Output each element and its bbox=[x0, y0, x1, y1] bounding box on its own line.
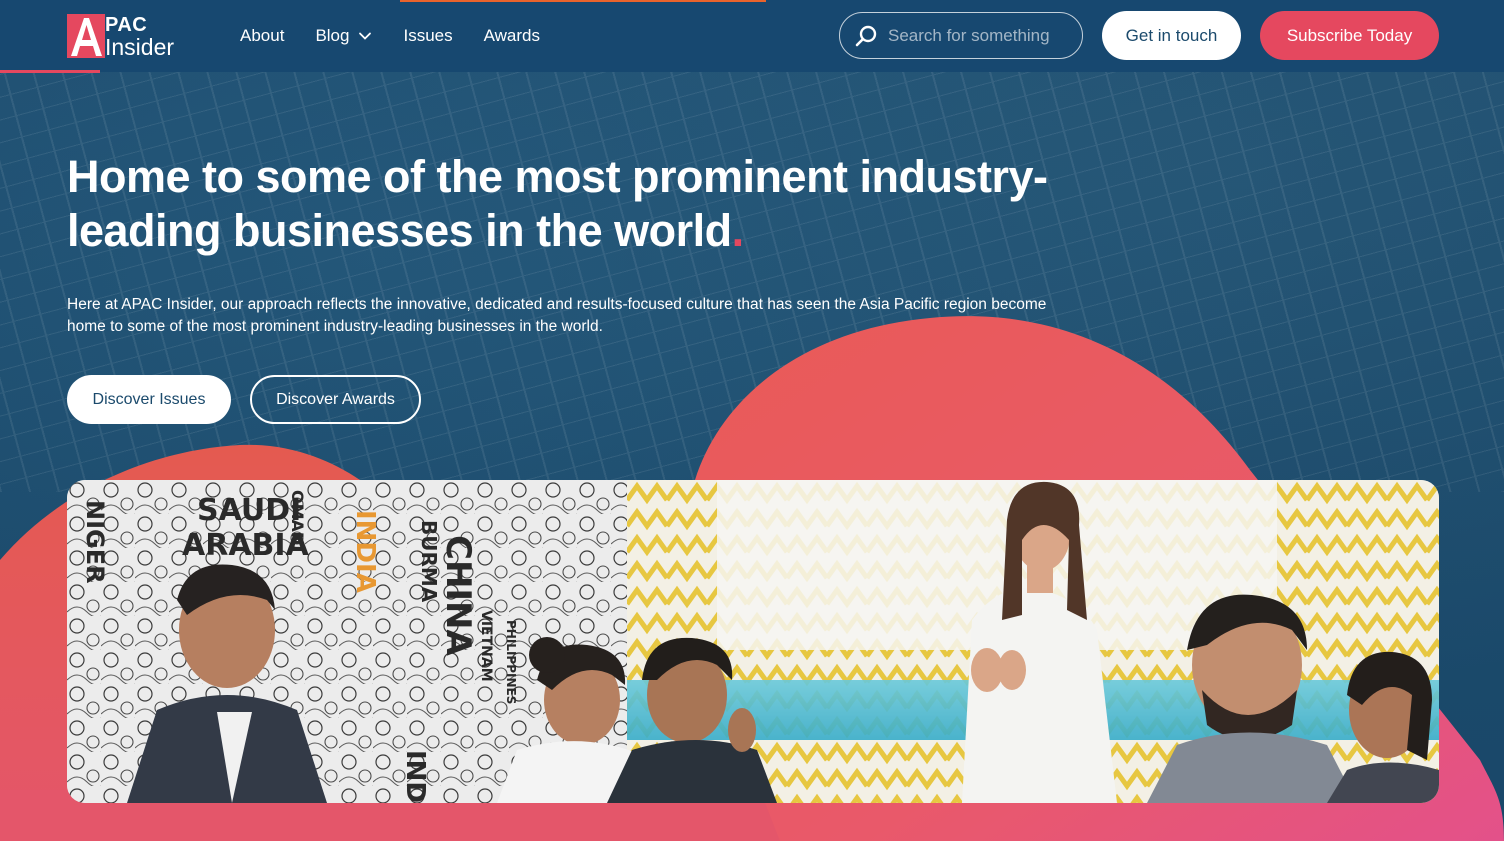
main-nav: About Blog Issues Awards bbox=[240, 0, 571, 72]
nav-item-awards[interactable]: Awards bbox=[484, 26, 540, 46]
subscribe-button[interactable]: Subscribe Today bbox=[1260, 11, 1439, 60]
nav-label-about: About bbox=[240, 26, 285, 45]
nav-label-issues: Issues bbox=[403, 26, 453, 45]
hero-title: Home to some of the most prominent indus… bbox=[67, 150, 1127, 258]
hero-description: Here at APAC Insider, our approach refle… bbox=[67, 296, 1047, 335]
nav-item-about[interactable]: About bbox=[240, 26, 284, 46]
site-header: PAC Insider About Blog Issues Awards Get… bbox=[0, 0, 1504, 73]
search-box[interactable] bbox=[839, 12, 1083, 59]
search-input[interactable] bbox=[888, 25, 1068, 46]
logo-underline bbox=[0, 70, 100, 73]
nav-label-blog: Blog bbox=[315, 26, 350, 45]
hero-title-dot: . bbox=[731, 205, 745, 256]
logo-text-insider: Insider bbox=[105, 34, 175, 60]
chevron-down-icon bbox=[359, 32, 372, 40]
nav-item-blog[interactable]: Blog bbox=[315, 26, 372, 46]
discover-issues-button[interactable]: Discover Issues bbox=[67, 375, 231, 424]
get-in-touch-button[interactable]: Get in touch bbox=[1102, 11, 1241, 60]
nav-label-awards: Awards bbox=[483, 26, 540, 45]
search-icon[interactable] bbox=[854, 24, 878, 48]
logo-a-mark bbox=[67, 14, 105, 58]
discover-awards-button[interactable]: Discover Awards bbox=[250, 375, 421, 424]
hero-title-text: Home to some of the most prominent indus… bbox=[67, 151, 1048, 256]
nav-item-issues[interactable]: Issues bbox=[403, 26, 452, 46]
apac-insider-logo[interactable]: PAC Insider bbox=[67, 14, 187, 60]
office-meeting-illustration: SAUDI ARABIA CHINA INDIA OMAN BURMA NIGE… bbox=[67, 480, 1439, 803]
logo-text-pac: PAC bbox=[105, 14, 148, 36]
hero-photo: SAUDI ARABIA CHINA INDIA OMAN BURMA NIGE… bbox=[67, 480, 1439, 803]
